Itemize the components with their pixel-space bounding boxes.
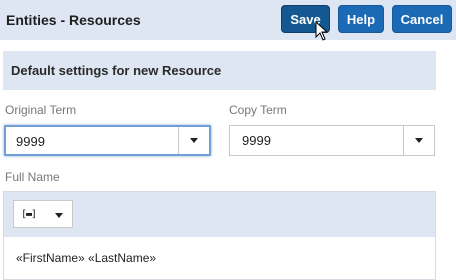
original-term-value: 9999 <box>16 134 45 149</box>
section-title: Default settings for new Resource <box>11 63 222 78</box>
full-name-label: Full Name <box>5 170 60 184</box>
chevron-down-icon[interactable] <box>178 127 209 154</box>
copy-term-value: 9999 <box>242 133 271 148</box>
help-button[interactable]: Help <box>338 5 384 33</box>
copy-term-label: Copy Term <box>229 103 287 117</box>
header-bar: Entities - Resources Save Help Cancel <box>0 0 456 40</box>
section-header: Default settings for new Resource <box>3 51 436 90</box>
full-name-content[interactable]: «FirstName» «LastName» <box>16 251 156 265</box>
page-title: Entities - Resources <box>6 12 141 28</box>
original-term-label: Original Term <box>5 103 77 117</box>
copy-term-select[interactable]: 9999 <box>229 125 435 156</box>
field-insert-icon: [▬] <box>21 209 37 220</box>
original-term-select[interactable]: 9999 <box>4 125 211 156</box>
insert-field-dropdown[interactable]: [▬] <box>13 200 73 228</box>
chevron-down-icon <box>55 213 63 218</box>
mouse-cursor-icon <box>315 21 329 41</box>
editor-toolbar: [▬] <box>4 192 435 237</box>
cancel-button[interactable]: Cancel <box>392 5 452 33</box>
chevron-down-icon[interactable] <box>403 126 434 155</box>
full-name-editor[interactable]: [▬] «FirstName» «LastName» <box>3 191 436 280</box>
